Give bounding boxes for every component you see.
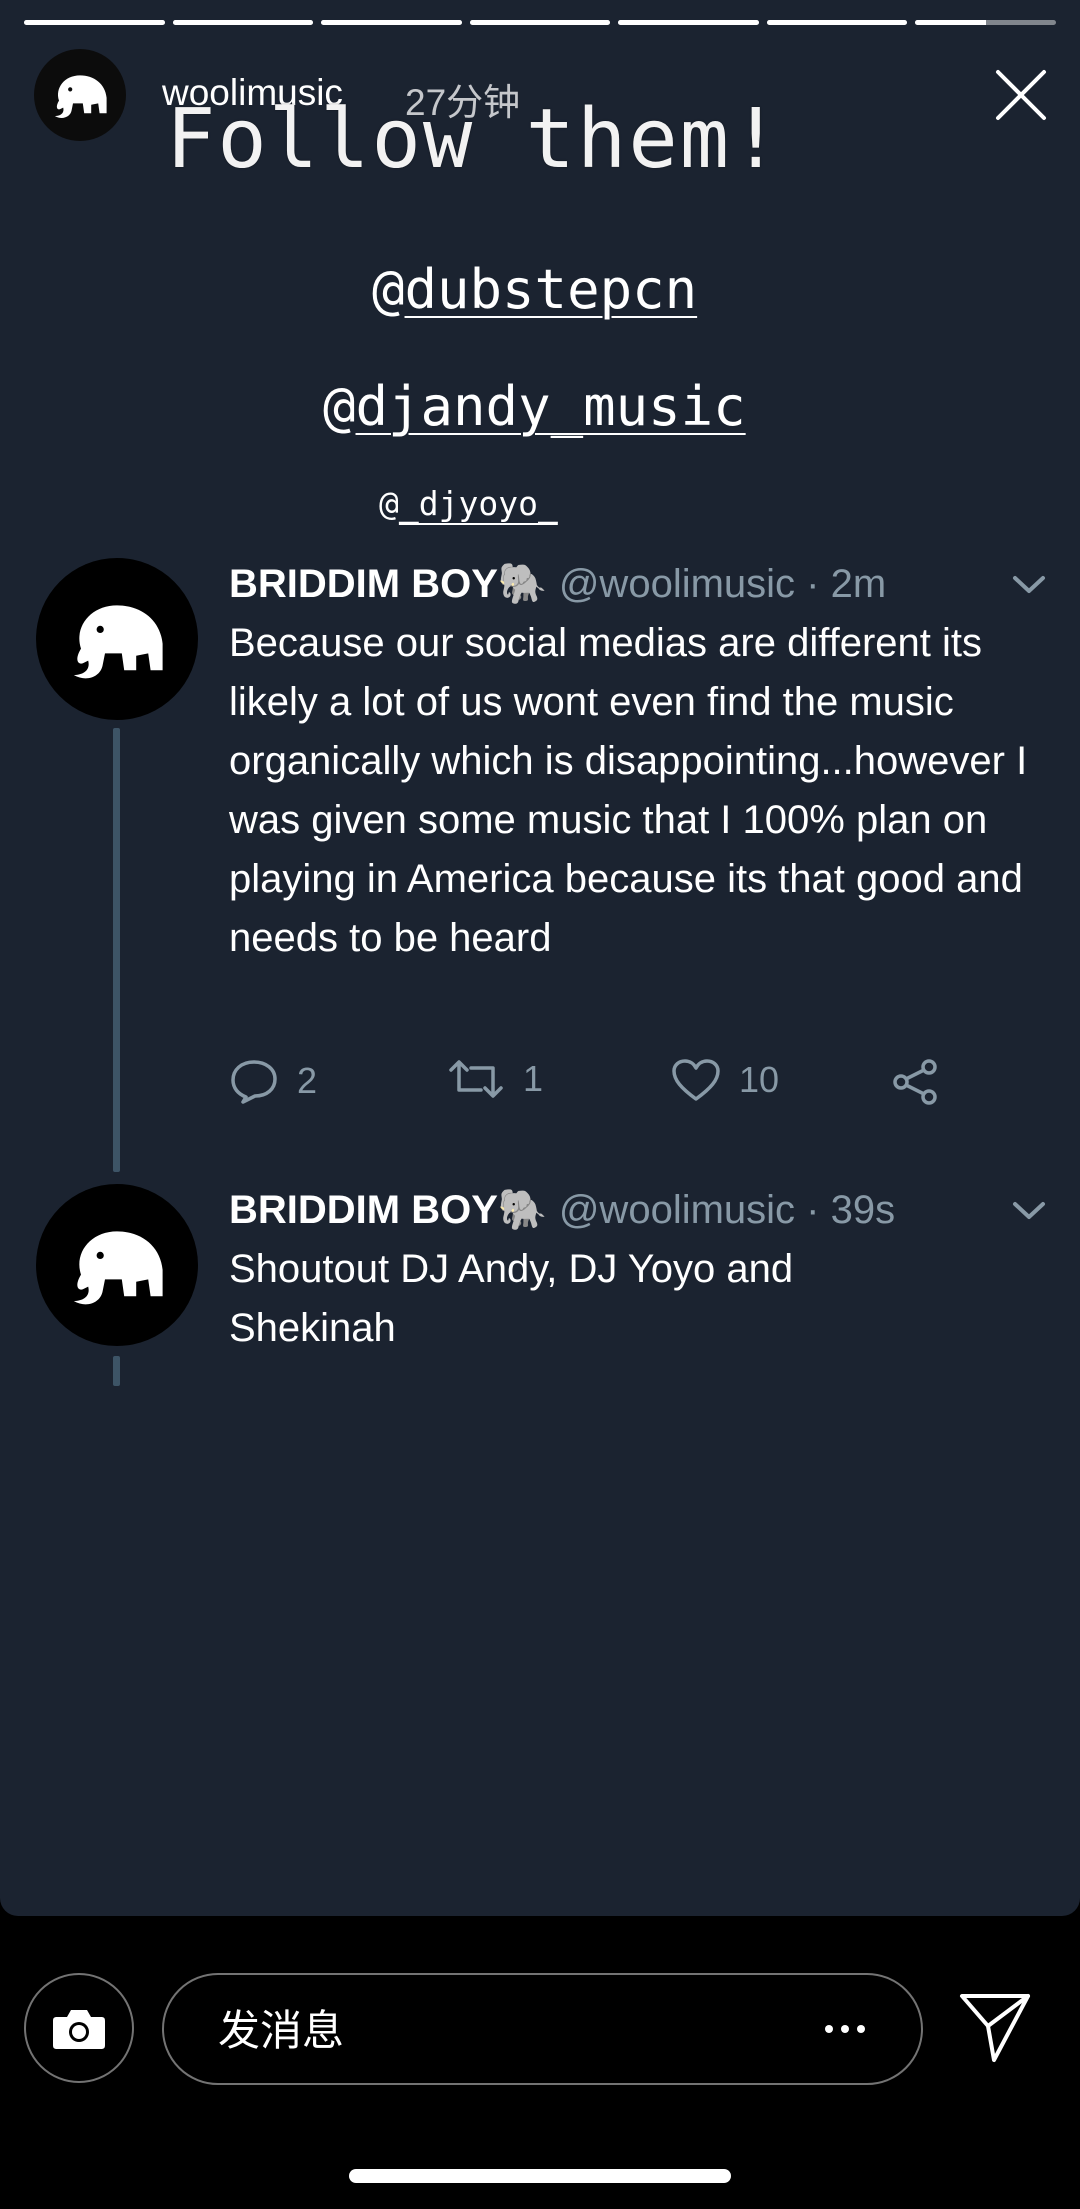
mention-sticker-dubstepcn[interactable]: @dubstepcn	[372, 258, 697, 321]
retweet-count: 1	[523, 1058, 544, 1099]
retweet-action[interactable]: 1	[447, 1058, 543, 1100]
mention-sticker-djandy[interactable]: @djandy_music	[323, 375, 746, 438]
share-icon	[893, 1059, 937, 1105]
progress-segment	[766, 20, 908, 25]
home-indicator[interactable]	[349, 2169, 731, 2183]
progress-segment	[321, 20, 462, 25]
mention-at: @	[372, 258, 405, 321]
progress-segment	[24, 20, 165, 25]
heart-icon	[672, 1059, 720, 1101]
message-composer[interactable]	[162, 1973, 923, 2085]
tweet-actions: 2 1 10	[229, 1058, 949, 1114]
mention-sticker-djyoyo[interactable]: @_djyoyo_	[379, 484, 558, 523]
progress-segment	[618, 20, 759, 25]
like-action[interactable]: 10	[671, 1058, 779, 1102]
chevron-down-icon[interactable]	[1012, 574, 1046, 596]
tweet-avatar	[36, 558, 198, 720]
camera-button[interactable]	[24, 1973, 134, 2083]
more-options-icon[interactable]	[825, 2025, 865, 2033]
tweet-author-name: BRIDDIM BOY	[229, 562, 498, 606]
send-icon[interactable]	[958, 1990, 1032, 2064]
tweet-text: Shoutout DJ Andy, DJ Yoyo and Shekinah	[229, 1247, 794, 1350]
mention-name: djandy_music	[355, 375, 746, 438]
thread-line	[113, 1356, 120, 1386]
retweet-icon	[449, 1060, 503, 1098]
story-progress-bars	[24, 20, 1057, 25]
like-count: 10	[739, 1059, 780, 1100]
overlay-title: Follow them!	[166, 92, 783, 187]
tweet-header: BRIDDIM BOY🐘 @woolimusic · 2m	[229, 560, 886, 607]
mammoth-logo-icon	[73, 605, 163, 679]
tweet-avatar	[36, 1184, 198, 1346]
mention-name: dubstepcn	[404, 258, 698, 321]
progress-segment	[172, 20, 314, 25]
tweet-header: BRIDDIM BOY🐘 @woolimusic · 39s	[229, 1186, 895, 1233]
thread-line	[113, 728, 120, 1172]
mention-at: @	[323, 375, 356, 438]
tweet-handle-time: @woolimusic · 39s	[558, 1188, 896, 1232]
share-action[interactable]	[891, 1058, 941, 1106]
mention-name: _djyoyo_	[398, 484, 558, 523]
reply-count: 2	[297, 1060, 318, 1101]
mammoth-logo-icon	[73, 1231, 163, 1305]
progress-segment	[469, 20, 611, 25]
story-author-avatar[interactable]	[34, 49, 126, 141]
elephant-emoji: 🐘	[497, 1188, 548, 1232]
story-viewer[interactable]: woolimusic 27分钟 Follow them! @dubstepcn …	[0, 0, 1080, 1916]
mention-at: @	[379, 484, 399, 523]
progress-segment	[915, 20, 1057, 25]
chevron-down-icon[interactable]	[1012, 1200, 1046, 1222]
elephant-emoji: 🐘	[497, 562, 548, 606]
tweet-author-name: BRIDDIM BOY	[229, 1188, 498, 1232]
close-icon[interactable]	[994, 68, 1048, 122]
reply-action[interactable]: 2	[229, 1058, 317, 1104]
message-input[interactable]	[216, 1975, 740, 2085]
reply-icon	[231, 1060, 277, 1104]
camera-icon	[53, 2010, 105, 2049]
tweet-handle-time: @woolimusic · 2m	[558, 562, 887, 606]
mammoth-logo-icon	[54, 75, 107, 118]
tweet-text: Because our social medias are different …	[229, 621, 1028, 960]
